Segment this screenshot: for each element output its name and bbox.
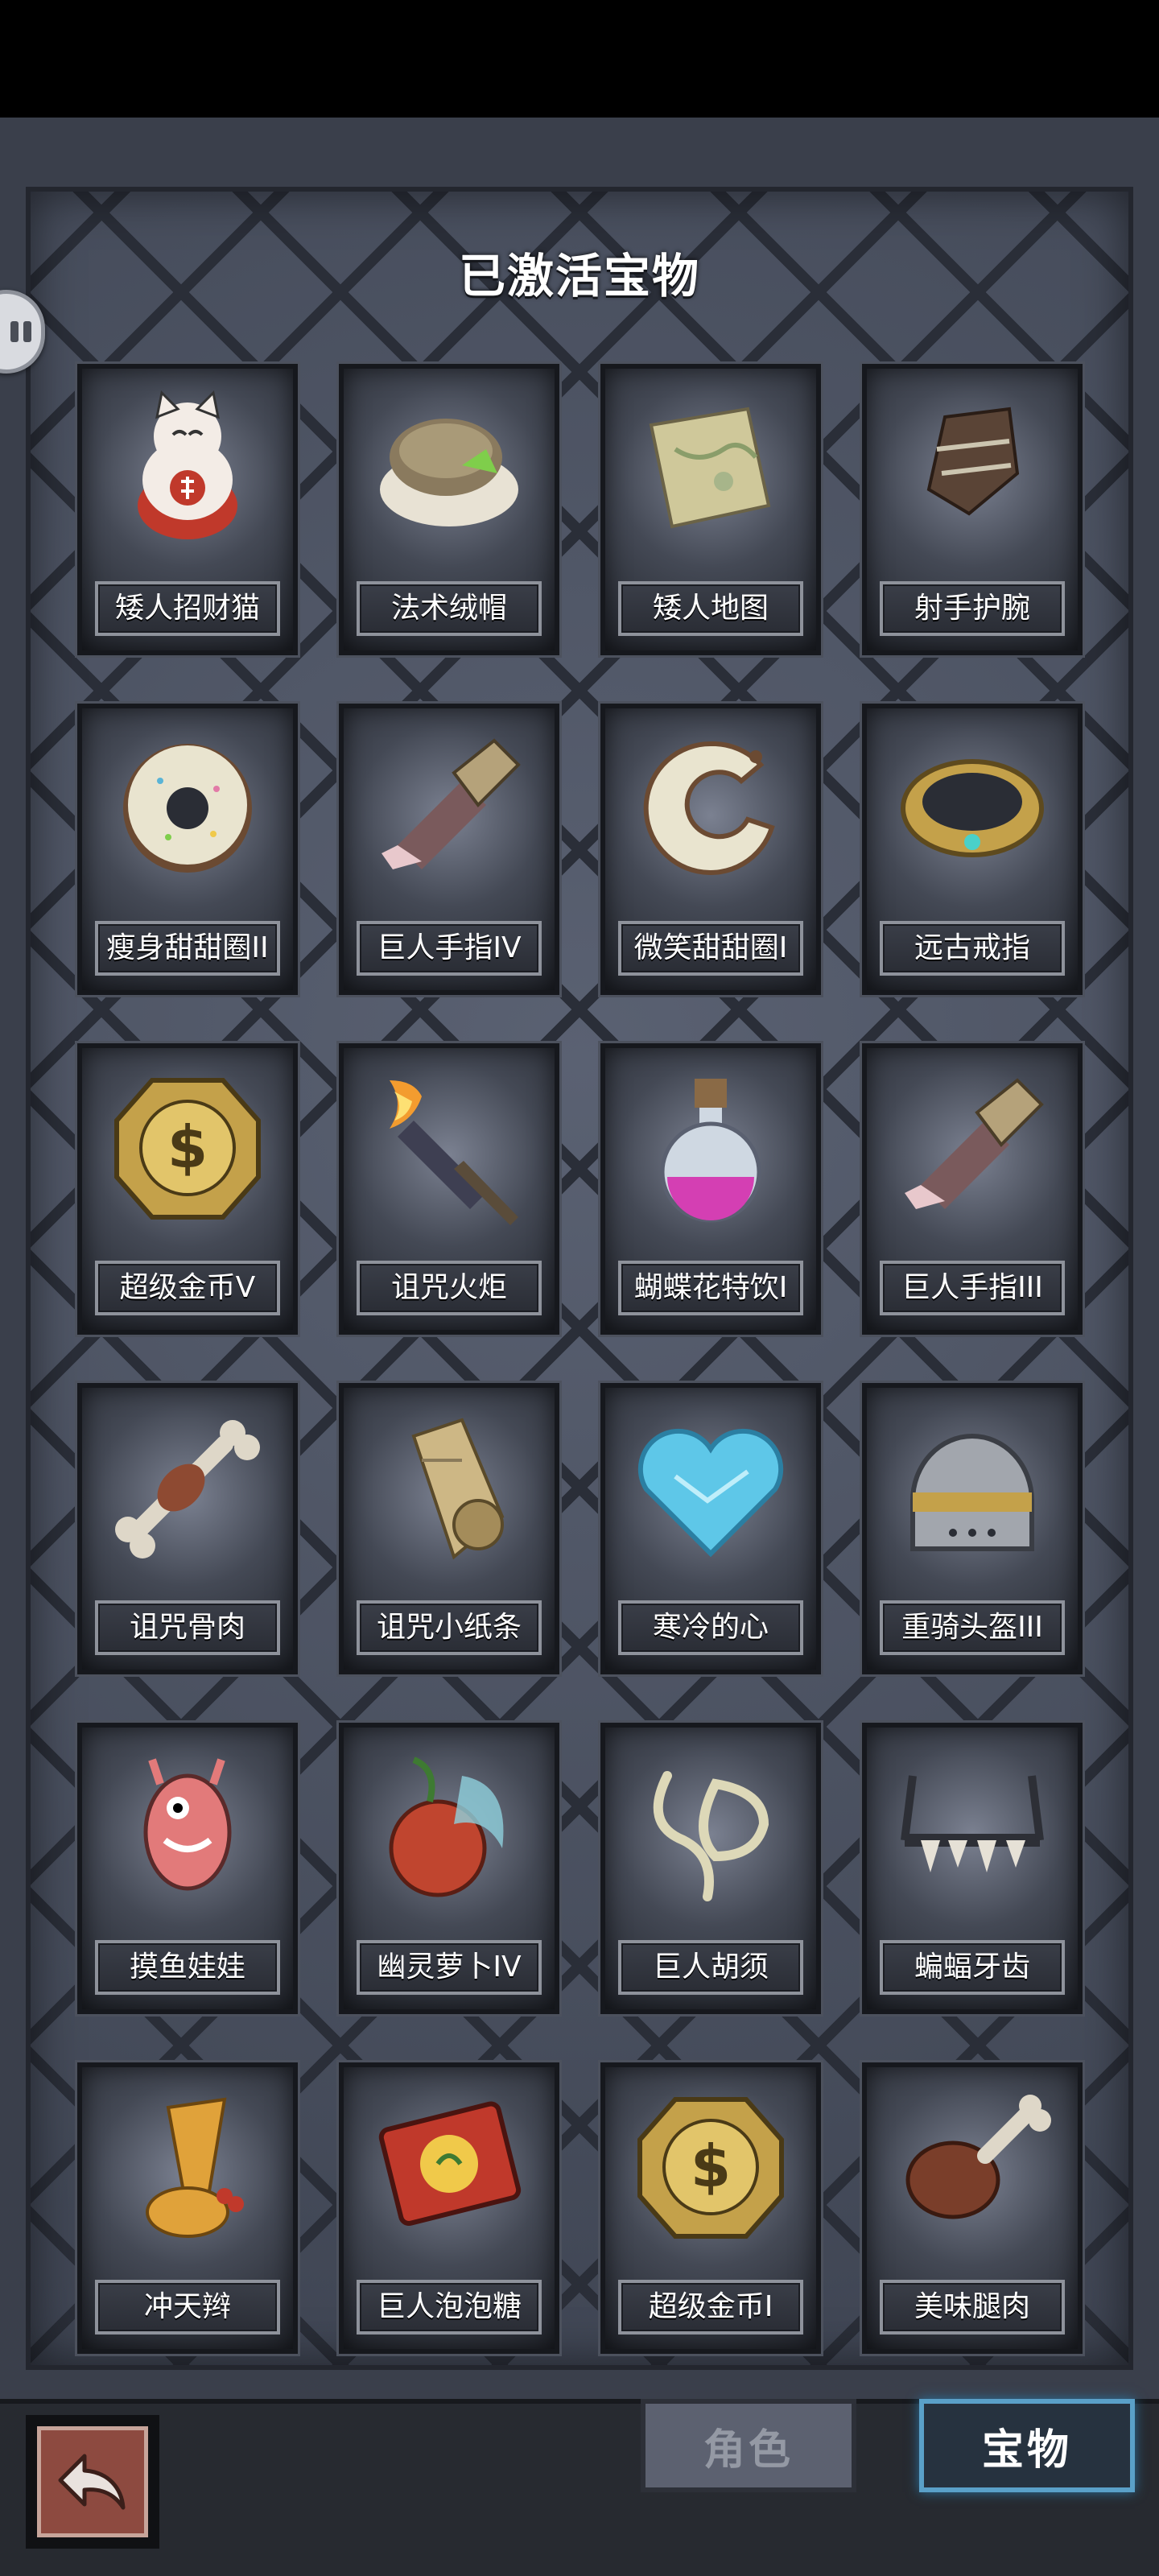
tab-role[interactable]: 角色 <box>641 2399 856 2492</box>
giant-finger-icon <box>889 1064 1056 1232</box>
ice-heart-icon <box>627 1404 794 1571</box>
treasure-card[interactable]: 蝙蝠牙齿 <box>862 1723 1083 2014</box>
bracer-icon <box>889 385 1056 552</box>
treasure-card[interactable]: 射手护腕 <box>862 364 1083 655</box>
ghost-radish-icon <box>365 1744 533 1911</box>
treasure-label: 诅咒火炬 <box>357 1261 542 1315</box>
ring-icon <box>889 724 1056 892</box>
treasure-label: 巨人胡须 <box>618 1940 803 1995</box>
panel-title: 已激活宝物 <box>458 249 700 303</box>
treasure-label: 蝙蝠牙齿 <box>880 1940 1065 1995</box>
bone-meat-icon <box>104 1404 271 1571</box>
return-arrow-icon <box>37 2426 148 2537</box>
donut-icon <box>104 724 271 892</box>
treasure-label: 法术绒帽 <box>357 581 542 636</box>
treasure-label: 微笑甜甜圈I <box>618 921 803 976</box>
treasure-label: 幽灵萝卜IV <box>357 1940 542 1995</box>
svg-text:$: $ <box>691 2132 731 2200</box>
treasure-card[interactable]: 远古戒指 <box>862 704 1083 995</box>
beard-icon <box>627 1744 794 1911</box>
treasure-card[interactable]: 巨人胡须 <box>600 1723 821 2014</box>
bat-teeth-icon <box>889 1744 1056 1911</box>
doll-icon <box>104 1744 271 1911</box>
treasure-card[interactable]: 诅咒火炬 <box>339 1043 559 1335</box>
treasure-label: 诅咒骨肉 <box>95 1600 280 1655</box>
treasure-card[interactable]: 美味腿肉 <box>862 2062 1083 2354</box>
treasure-label: 诅咒小纸条 <box>357 1600 542 1655</box>
paper-scroll-icon <box>365 1404 533 1571</box>
treasure-label: 巨人手指IV <box>357 921 542 976</box>
treasure-card[interactable]: 巨人手指IV <box>339 704 559 995</box>
bubblegum-icon <box>365 2083 533 2251</box>
gold-coin-icon: $ <box>627 2083 794 2251</box>
treasure-label: 矮人地图 <box>618 581 803 636</box>
treasure-label: 矮人招财猫 <box>95 581 280 636</box>
treasure-card[interactable]: $ 超级金币V <box>77 1043 298 1335</box>
fur-hat-icon <box>365 385 533 552</box>
torch-icon <box>365 1064 533 1232</box>
potion-icon <box>627 1064 794 1232</box>
treasure-label: 射手护腕 <box>880 581 1065 636</box>
treasure-card[interactable]: 冲天辫 <box>77 2062 298 2354</box>
treasure-label: 重骑头盔III <box>880 1600 1065 1655</box>
treasure-card[interactable]: 巨人泡泡糖 <box>339 2062 559 2354</box>
map-scroll-icon <box>627 385 794 552</box>
treasure-label: 巨人泡泡糖 <box>357 2280 542 2334</box>
treasure-label: 远古戒指 <box>880 921 1065 976</box>
treasure-card[interactable]: 矮人地图 <box>600 364 821 655</box>
treasure-card[interactable]: 微笑甜甜圈I <box>600 704 821 995</box>
treasure-card[interactable]: 摸鱼娃娃 <box>77 1723 298 2014</box>
gold-coin-icon: $ <box>104 1064 271 1232</box>
drumstick-icon <box>889 2083 1056 2251</box>
treasure-card[interactable]: 法术绒帽 <box>339 364 559 655</box>
svg-text:$: $ <box>167 1113 208 1181</box>
treasure-label: 超级金币V <box>95 1261 280 1315</box>
treasure-card[interactable]: 巨人手指III <box>862 1043 1083 1335</box>
treasure-label: 巨人手指III <box>880 1261 1065 1315</box>
giant-finger-icon <box>365 724 533 892</box>
pigtail-icon <box>104 2083 271 2251</box>
treasure-label: 超级金币I <box>618 2280 803 2334</box>
treasure-card[interactable]: 瘦身甜甜圈II <box>77 704 298 995</box>
treasure-card[interactable]: 重骑头盔III <box>862 1383 1083 1674</box>
treasure-card[interactable]: 诅咒小纸条 <box>339 1383 559 1674</box>
treasure-card[interactable]: 幽灵萝卜IV <box>339 1723 559 2014</box>
treasure-card[interactable]: $ 超级金币I <box>600 2062 821 2354</box>
treasure-card[interactable]: 矮人招财猫 <box>77 364 298 655</box>
treasure-label: 寒冷的心 <box>618 1600 803 1655</box>
status-bar <box>0 0 1159 118</box>
treasure-card[interactable]: 诅咒骨肉 <box>77 1383 298 1674</box>
back-button[interactable] <box>26 2415 159 2549</box>
tab-treasure[interactable]: 宝物 <box>919 2399 1135 2492</box>
helmet-icon <box>889 1404 1056 1571</box>
treasure-label: 蝴蝶花特饮I <box>618 1261 803 1315</box>
treasure-label: 摸鱼娃娃 <box>95 1940 280 1995</box>
treasure-label: 冲天辫 <box>95 2280 280 2334</box>
lucky-cat-icon <box>104 385 271 552</box>
bitten-donut-icon <box>627 724 794 892</box>
treasure-card[interactable]: 蝴蝶花特饮I <box>600 1043 821 1335</box>
treasure-label: 美味腿肉 <box>880 2280 1065 2334</box>
treasure-label: 瘦身甜甜圈II <box>95 921 280 976</box>
treasure-card[interactable]: 寒冷的心 <box>600 1383 821 1674</box>
